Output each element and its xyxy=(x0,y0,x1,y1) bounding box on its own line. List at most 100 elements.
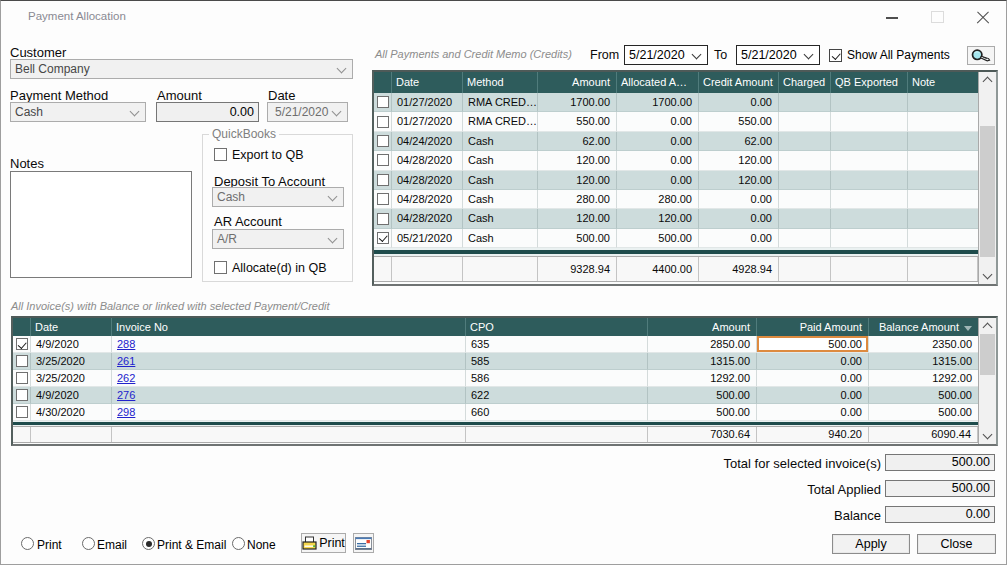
row-checkbox[interactable] xyxy=(16,338,28,350)
payments-col-note[interactable]: Note xyxy=(908,72,978,93)
payments-row[interactable]: 01/27/2020 RMA CRED… 550.00 0.00 550.00 xyxy=(374,112,996,131)
payments-col-qb-exported[interactable]: QB Exported xyxy=(831,72,908,93)
totals-empty-cell xyxy=(374,257,392,281)
invoices-total-paid: 940.20 xyxy=(757,427,869,442)
payment-allocation-dialog: Payment Allocation Customer Bell Company… xyxy=(0,0,1007,565)
row-checkbox[interactable] xyxy=(377,174,389,186)
amount-input[interactable]: 0.00 xyxy=(156,102,259,122)
invoice-link[interactable]: 288 xyxy=(117,338,135,350)
payments-row[interactable]: 01/27/2020 RMA CRED… 1700.00 1700.00 0.0… xyxy=(374,93,996,112)
radio-none[interactable] xyxy=(232,537,245,550)
minimize-icon[interactable] xyxy=(886,17,898,19)
balance-cell: 1292.00 xyxy=(869,370,978,387)
row-checkbox[interactable] xyxy=(377,116,389,128)
payments-col-date[interactable]: Date xyxy=(392,72,463,93)
checkbox-cell xyxy=(374,229,392,248)
payments-col-method[interactable]: Method xyxy=(463,72,538,93)
allocated-cell: 1700.00 xyxy=(617,93,699,112)
allocated-cell: 0.00 xyxy=(617,151,699,170)
chevron-down-icon xyxy=(983,270,993,280)
scroll-down-button[interactable] xyxy=(979,427,996,444)
invoice-link[interactable]: 262 xyxy=(117,372,135,384)
invoices-col-amount[interactable]: Amount xyxy=(648,318,757,336)
checkbox-cell xyxy=(13,336,31,353)
totals-empty-cell xyxy=(13,427,31,442)
allocated-in-qb-checkbox[interactable] xyxy=(214,261,227,274)
invoices-row[interactable]: 4/30/2020 298 660 500.00 0.00 500.00 xyxy=(13,404,996,421)
row-checkbox[interactable] xyxy=(377,135,389,147)
print-button[interactable]: Print xyxy=(301,533,346,553)
payments-row[interactable]: 04/28/2020 Cash 120.00 0.00 120.00 xyxy=(374,171,996,190)
maximize-icon[interactable] xyxy=(931,11,944,23)
close-icon[interactable] xyxy=(976,10,990,24)
row-checkbox[interactable] xyxy=(377,96,389,108)
apply-button[interactable]: Apply xyxy=(832,534,910,554)
date-combo[interactable]: 5/21/2020 xyxy=(267,102,348,122)
scroll-up-button[interactable] xyxy=(979,72,996,89)
payments-col-allocated[interactable]: Allocated A… xyxy=(617,72,699,93)
totals-empty-cell xyxy=(908,257,978,281)
invoice-link[interactable]: 298 xyxy=(117,406,135,418)
invoice-link[interactable]: 261 xyxy=(117,355,135,367)
deposit-account-combo[interactable]: Cash xyxy=(212,187,344,207)
chevron-down-icon xyxy=(983,430,993,440)
scrollbar-thumb[interactable] xyxy=(980,334,995,375)
radio-print-and-email[interactable] xyxy=(142,537,155,550)
invoices-row[interactable]: 3/25/2020 262 586 1292.00 0.00 1292.00 xyxy=(13,370,996,387)
payments-col-amount[interactable]: Amount xyxy=(538,72,617,93)
search-button[interactable] xyxy=(967,46,995,65)
payments-scrollbar[interactable] xyxy=(978,72,996,284)
row-checkbox[interactable] xyxy=(16,406,28,418)
charged-cell xyxy=(779,190,831,209)
invoices-col-balance[interactable]: Balance Amount xyxy=(869,318,978,336)
row-checkbox[interactable] xyxy=(377,154,389,166)
close-button[interactable]: Close xyxy=(917,534,996,554)
export-to-qb-checkbox[interactable] xyxy=(214,148,227,161)
total-applied-value: 500.00 xyxy=(885,480,995,497)
invoices-row[interactable]: 3/25/2020 261 585 1315.00 0.00 1315.00 xyxy=(13,353,996,370)
invoices-totals-row: 7030.64 940.20 6090.44 xyxy=(13,426,996,443)
from-date-combo[interactable]: 5/21/2020 xyxy=(624,45,708,65)
ar-account-combo[interactable]: A/R xyxy=(212,229,344,249)
row-checkbox[interactable] xyxy=(16,389,28,401)
invoices-col-date[interactable]: Date xyxy=(31,318,112,336)
payment-method-combo[interactable]: Cash xyxy=(10,102,146,122)
show-all-payments-checkbox[interactable] xyxy=(829,49,842,62)
payments-col-charged[interactable]: Charged xyxy=(779,72,831,93)
row-checkbox[interactable] xyxy=(377,213,389,225)
invoices-scrollbar[interactable] xyxy=(978,318,996,444)
to-date-combo[interactable]: 5/21/2020 xyxy=(736,45,820,65)
customer-combo[interactable]: Bell Company xyxy=(10,59,353,79)
invoices-col-invoice-no[interactable]: Invoice No xyxy=(112,318,466,336)
payments-row[interactable]: 04/24/2020 Cash 62.00 0.00 62.00 xyxy=(374,132,996,151)
payments-row[interactable]: 04/28/2020 Cash 120.00 120.00 0.00 xyxy=(374,209,996,228)
payments-col-credit[interactable]: Credit Amount xyxy=(699,72,779,93)
radio-none-label: None xyxy=(247,538,276,552)
payments-row[interactable]: 05/21/2020 Cash 500.00 500.00 0.00 xyxy=(374,229,996,248)
totals-empty-cell xyxy=(831,257,908,281)
row-checkbox[interactable] xyxy=(16,372,28,384)
radio-email[interactable] xyxy=(82,537,95,550)
balance-label: Balance xyxy=(721,508,881,523)
row-checkbox[interactable] xyxy=(16,355,28,367)
row-checkbox[interactable] xyxy=(377,193,389,205)
notes-textarea[interactable] xyxy=(10,171,192,278)
scroll-down-button[interactable] xyxy=(979,267,996,284)
scrollbar-thumb[interactable] xyxy=(980,126,995,257)
email-setup-button[interactable] xyxy=(353,533,374,553)
payments-row[interactable]: 04/28/2020 Cash 280.00 280.00 0.00 xyxy=(374,190,996,209)
invoices-col-cpo[interactable]: CPO xyxy=(466,318,648,336)
radio-print[interactable] xyxy=(21,537,34,550)
payments-row[interactable]: 04/28/2020 Cash 120.00 0.00 120.00 xyxy=(374,151,996,170)
qb-exported-cell xyxy=(831,132,908,151)
row-checkbox[interactable] xyxy=(377,232,389,244)
allocated-cell: 0.00 xyxy=(617,112,699,131)
invoice-link[interactable]: 276 xyxy=(117,389,135,401)
invoices-col-paid[interactable]: Paid Amount xyxy=(757,318,869,336)
scroll-up-button[interactable] xyxy=(979,318,996,335)
totals-empty-cell xyxy=(392,257,463,281)
invoices-col-balance-label: Balance Amount xyxy=(879,321,959,333)
invoices-row[interactable]: 4/9/2020 288 635 2850.00 500.00 2350.00 xyxy=(13,336,996,353)
invoices-row[interactable]: 4/9/2020 276 622 500.00 0.00 500.00 xyxy=(13,387,996,404)
paid-amount-active-cell[interactable]: 500.00 xyxy=(757,336,869,353)
